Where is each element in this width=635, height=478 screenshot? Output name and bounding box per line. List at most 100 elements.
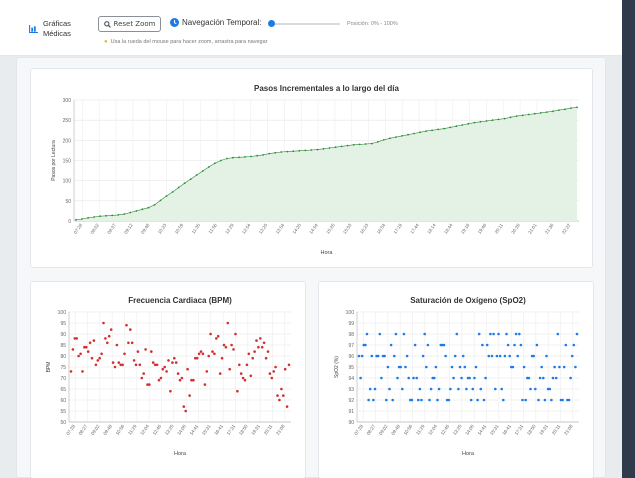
steps-point — [407, 133, 409, 136]
spo2-point — [492, 332, 495, 336]
temporal-slider[interactable] — [268, 20, 340, 28]
steps-point — [497, 118, 500, 121]
heart-rate-point — [215, 337, 218, 340]
heart-rate-point — [148, 383, 151, 386]
y-tick-label: 95 — [60, 321, 66, 327]
x-tick-label: 16:54 — [376, 222, 387, 234]
x-tick-label: 09:48 — [390, 423, 401, 436]
steps-point — [545, 111, 548, 113]
heart-rate-point — [125, 323, 128, 327]
heart-rate-point — [130, 341, 134, 345]
heart-rate-point — [86, 350, 90, 353]
spo2-point — [487, 354, 491, 358]
spo2-point — [412, 376, 415, 380]
heart-rate-point — [88, 341, 92, 345]
heart-rate-point — [207, 354, 210, 358]
steps-point — [389, 137, 391, 140]
y-tick-label: 50 — [65, 199, 71, 205]
heart-rate-point — [134, 363, 138, 367]
spo2-point — [482, 398, 486, 402]
spo2-point — [545, 354, 548, 358]
spo2-point — [417, 398, 420, 402]
spo2-point — [564, 343, 568, 347]
heart-rate-point — [180, 376, 184, 380]
steps-point — [81, 218, 83, 220]
steps-point — [401, 135, 403, 137]
reset-zoom-button[interactable]: Reset Zoom — [98, 16, 161, 32]
heart-rate-chart[interactable]: Frecuencia Cardiaca (BPM) 50 55 60 65 70 75 80 8… — [31, 282, 307, 478]
x-axis-label: Hora — [174, 451, 187, 457]
steps-point — [111, 214, 114, 217]
zoom-hint: ● Usa la rueda del mouse para hacer zoom… — [104, 39, 267, 45]
steps-point — [226, 157, 228, 160]
steps-point — [521, 114, 524, 117]
steps-point — [280, 151, 283, 153]
steps-point — [286, 150, 289, 153]
spo2-point — [534, 387, 537, 391]
spo2-point — [365, 332, 369, 336]
spo2-point — [574, 365, 577, 369]
heart-rate-point — [192, 378, 195, 382]
steps-point — [539, 112, 542, 114]
spo2-point — [474, 365, 478, 369]
heart-rate-point — [151, 361, 155, 364]
y-axis-label: SpO2 (%) — [334, 356, 340, 378]
spo2-chart[interactable]: Saturación de Oxígeno (SpO2) 90 91 92 93 94 95… — [319, 282, 595, 478]
spo2-point — [484, 376, 487, 380]
steps-chart[interactable]: Pasos Incrementales a lo largo del día 0 5… — [31, 69, 594, 269]
steps-point — [473, 121, 476, 124]
x-tick-label: 21:36 — [544, 222, 555, 234]
heart-rate-point — [159, 376, 163, 380]
x-tick-label: 16:41 — [213, 423, 224, 436]
heart-rate-point — [92, 339, 96, 342]
x-tick-label: 10:56 — [403, 423, 414, 436]
heart-rate-point — [201, 352, 205, 356]
steps-point — [437, 128, 440, 131]
spo2-point — [529, 387, 532, 391]
x-tick-label: 08:27 — [366, 423, 377, 436]
temporal-navigation-label: Navegación Temporal: — [182, 18, 262, 27]
steps-point — [558, 109, 560, 111]
steps-point — [358, 143, 361, 146]
search-icon — [103, 20, 111, 28]
x-tick-label: 12:45 — [152, 423, 163, 436]
x-tick-label: 08:37 — [106, 222, 117, 234]
spo2-point — [444, 354, 447, 358]
steps-chart-card: Pasos Incrementales a lo largo del día 0 5… — [30, 68, 593, 268]
heart-rate-point — [287, 363, 291, 367]
heart-rate-point — [197, 352, 201, 356]
spo2-point — [506, 343, 510, 347]
spo2-point — [543, 398, 547, 402]
spo2-point — [458, 365, 462, 369]
steps-point — [171, 191, 174, 193]
heart-rate-point — [176, 372, 180, 375]
spo2-point — [497, 332, 500, 336]
heart-rate-point — [255, 339, 258, 342]
steps-point — [425, 130, 427, 132]
slider-thumb[interactable] — [268, 20, 275, 27]
spo2-point — [469, 398, 473, 402]
heart-rate-point — [262, 341, 266, 345]
steps-point — [515, 115, 518, 117]
spo2-point — [418, 387, 422, 391]
heart-rate-point — [71, 348, 75, 351]
heart-rate-point — [184, 409, 187, 413]
heart-rate-point — [268, 372, 272, 375]
spo2-point — [521, 398, 524, 402]
spo2-point — [542, 376, 545, 380]
spo2-point — [407, 376, 410, 380]
spo2-point — [359, 376, 362, 380]
y-tick-label: 100 — [63, 179, 72, 185]
spo2-point — [442, 343, 446, 347]
heart-rate-point — [111, 361, 115, 364]
spo2-point — [423, 332, 426, 336]
spo2-point — [468, 376, 471, 380]
spo2-point — [457, 387, 460, 391]
spo2-point — [421, 354, 425, 358]
heart-rate-point — [241, 376, 245, 380]
x-tick-label: 20:26 — [510, 222, 521, 234]
x-tick-label: 20:11 — [494, 222, 505, 234]
heart-rate-point — [174, 361, 178, 364]
steps-point — [105, 214, 108, 217]
steps-point — [376, 141, 379, 143]
